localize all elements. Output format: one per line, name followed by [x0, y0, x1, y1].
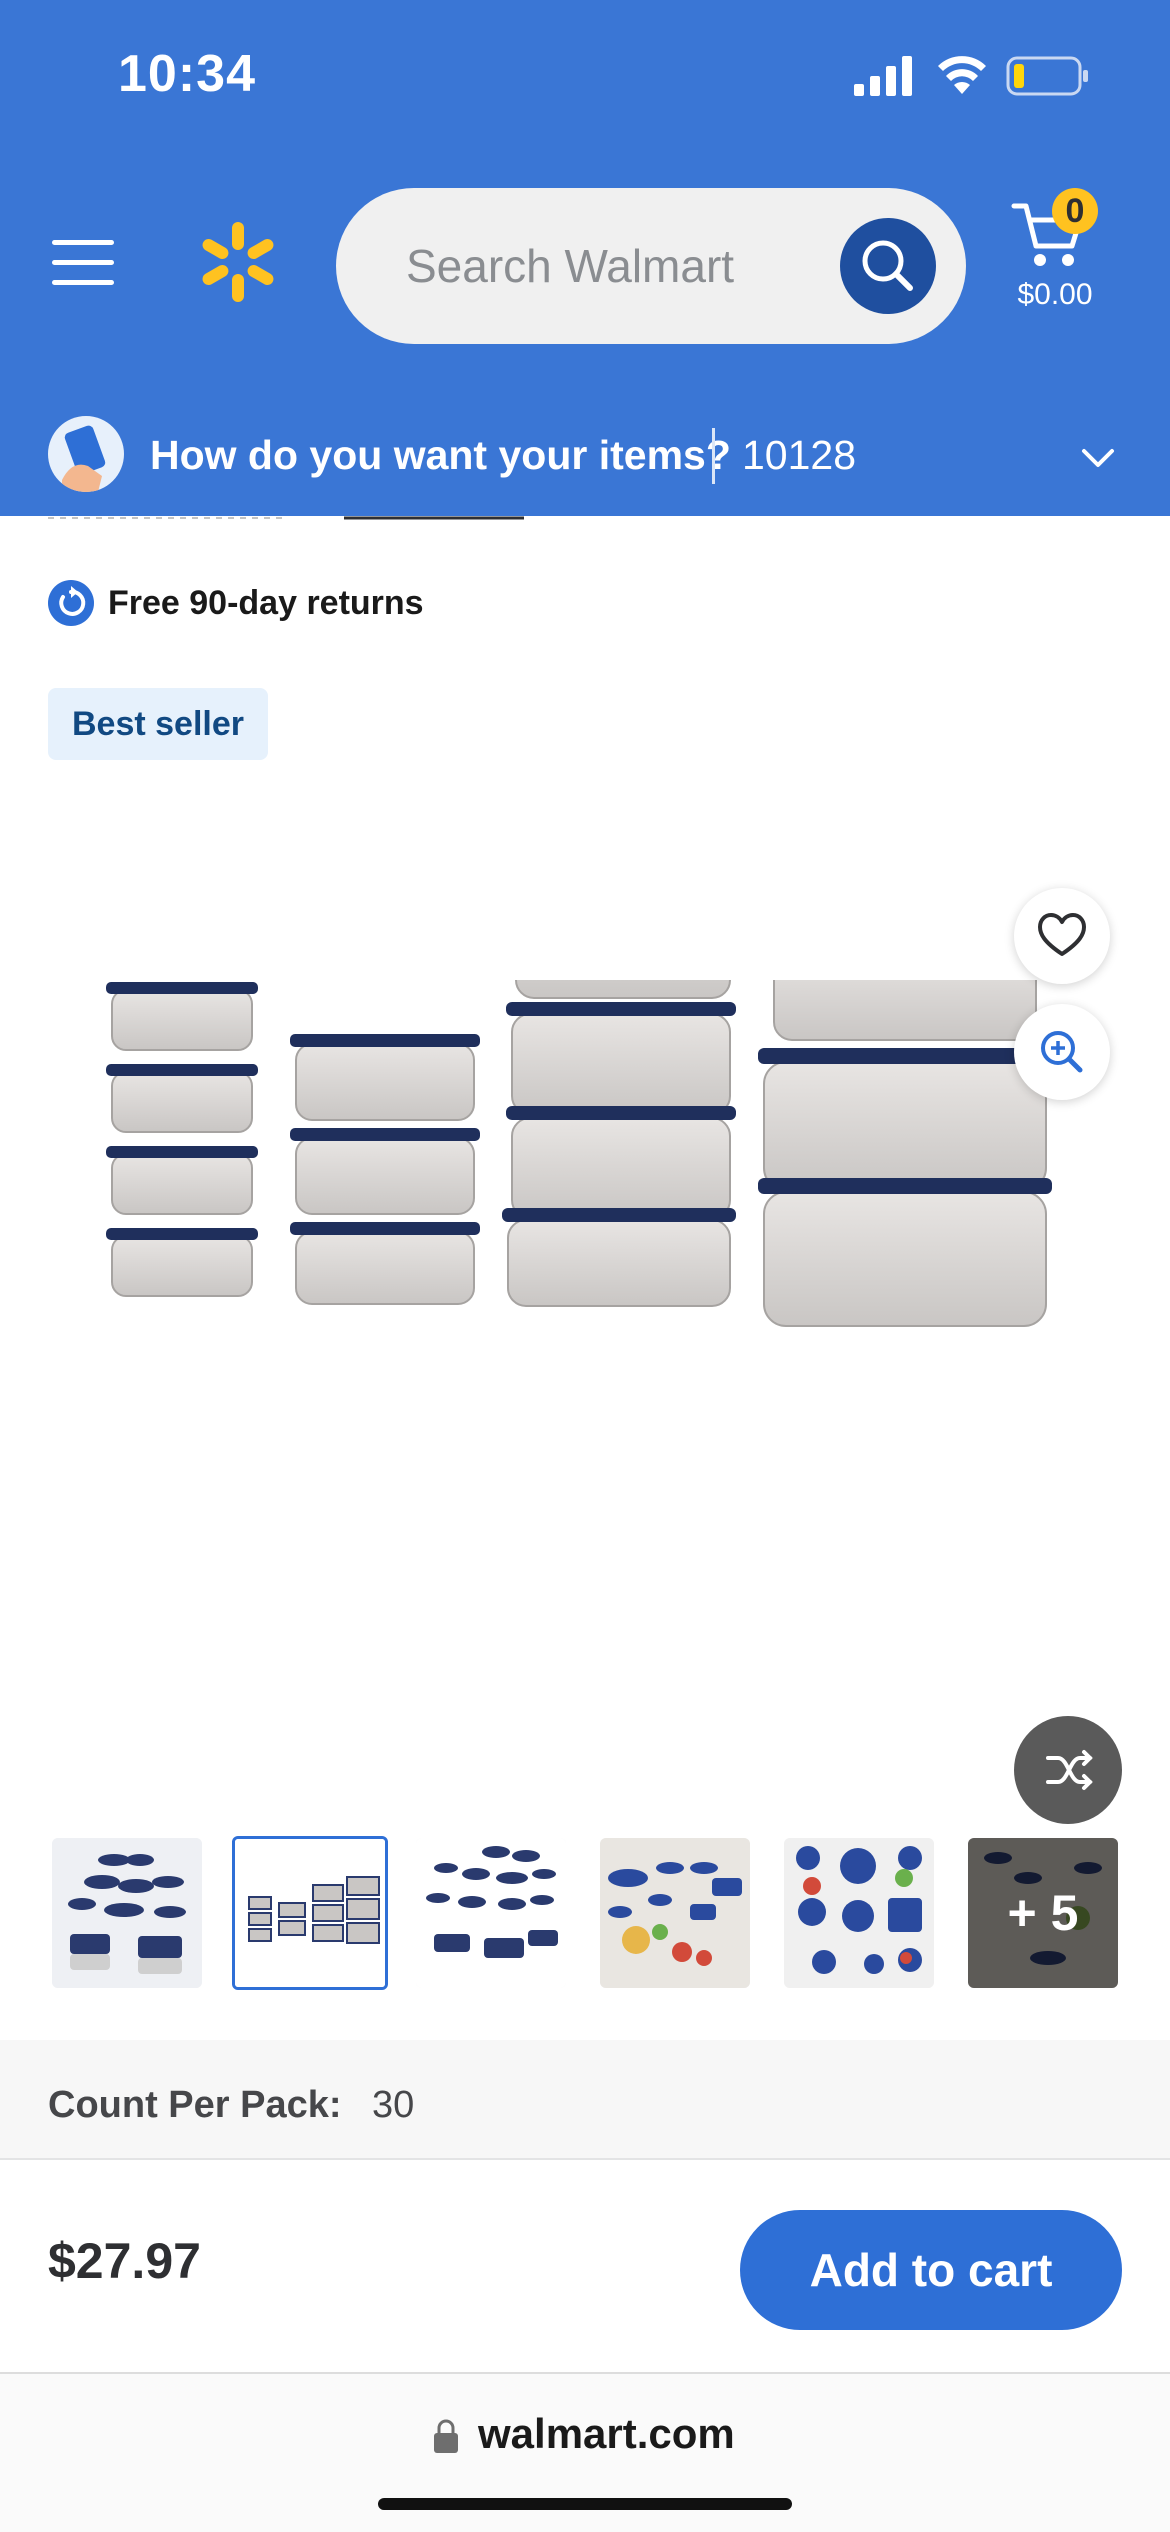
- thumbnail-3[interactable]: [416, 1838, 566, 1988]
- home-indicator[interactable]: [378, 2498, 792, 2510]
- battery-icon: [1006, 56, 1088, 96]
- container-stack-xlarge: [758, 980, 1052, 1327]
- wifi-icon: [938, 56, 986, 94]
- cart-count-badge: 0: [1052, 188, 1098, 234]
- cart-amount: $0.00: [1017, 278, 1093, 311]
- best-seller-badge: Best seller: [48, 688, 268, 760]
- cellular-signal-icon: [854, 56, 912, 96]
- thumbnail-2[interactable]: [232, 1836, 388, 1990]
- lock-icon: [434, 2419, 458, 2453]
- url-text: walmart.com: [478, 2410, 735, 2457]
- container-stack-medium: [290, 1034, 480, 1305]
- favorite-button[interactable]: [1014, 888, 1110, 984]
- zoom-button[interactable]: [1014, 1004, 1110, 1100]
- thumbnail-5[interactable]: [784, 1838, 934, 1988]
- returns-text: Free 90-day returns: [108, 584, 424, 622]
- container-stack-large: [502, 980, 736, 1307]
- walmart-spark-logo[interactable]: [196, 220, 280, 304]
- thumbnail-4[interactable]: [600, 1838, 750, 1988]
- product-image[interactable]: [60, 980, 1120, 1580]
- image-thumbnails: + 5: [52, 1836, 1120, 1990]
- search-icon: [862, 240, 913, 291]
- status-time: 10:34: [118, 45, 256, 103]
- thumbnail-1[interactable]: [52, 1838, 202, 1988]
- search-bar: [336, 188, 966, 344]
- heart-icon: [1038, 913, 1086, 956]
- menu-button[interactable]: [48, 234, 118, 290]
- status-bar: 10:34: [0, 0, 1170, 150]
- buy-bar: $27.97 Add to cart: [0, 2158, 1170, 2372]
- variant-selector[interactable]: Count Per Pack: 30: [0, 2040, 1170, 2160]
- cart-button[interactable]: 0 $0.00: [1000, 188, 1110, 318]
- product-price: $27.97: [48, 2233, 201, 2289]
- fulfillment-question: How do you want your items?: [150, 432, 731, 478]
- add-to-cart-button[interactable]: Add to cart: [740, 2210, 1122, 2330]
- container-stack-small: [106, 982, 258, 1297]
- site-header: 10:34 Search Walmart 0 $0.00 How do you …: [0, 0, 1170, 516]
- returns-icon: [48, 580, 94, 626]
- browser-address-bar[interactable]: walmart.com: [0, 2372, 1170, 2532]
- thumbnail-6[interactable]: + 5: [968, 1838, 1118, 1988]
- fulfillment-selector[interactable]: How do you want your items? 10128: [0, 408, 1170, 516]
- variant-label: Count Per Pack:: [48, 2084, 342, 2126]
- compare-variants-button[interactable]: [1014, 1716, 1122, 1824]
- scrolled-content-edge: [48, 516, 524, 520]
- zip-code: 10128: [742, 432, 857, 478]
- more-images-count: + 5: [968, 1838, 1118, 1988]
- search-button[interactable]: [840, 218, 936, 314]
- shuffle-icon: [1046, 1750, 1093, 1790]
- phone-hand-icon: [48, 416, 124, 492]
- zoom-in-icon: [1041, 1031, 1083, 1073]
- chevron-down-icon: [1082, 449, 1114, 467]
- variant-value: 30: [372, 2084, 415, 2126]
- divider: [712, 428, 715, 484]
- search-input[interactable]: [406, 228, 826, 304]
